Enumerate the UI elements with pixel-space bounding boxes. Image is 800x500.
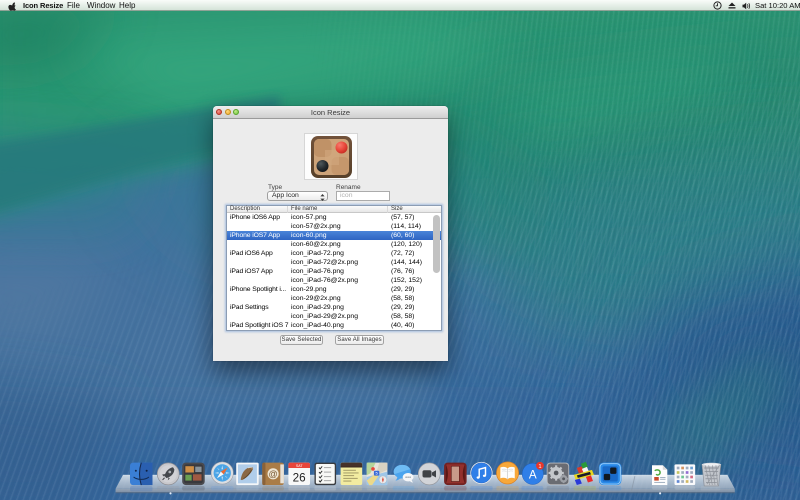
svg-text:A: A bbox=[529, 468, 537, 481]
svg-text:@: @ bbox=[269, 469, 278, 479]
svg-text:SAT: SAT bbox=[296, 464, 304, 468]
svg-text:26: 26 bbox=[293, 472, 306, 485]
svg-text:1: 1 bbox=[538, 464, 541, 470]
